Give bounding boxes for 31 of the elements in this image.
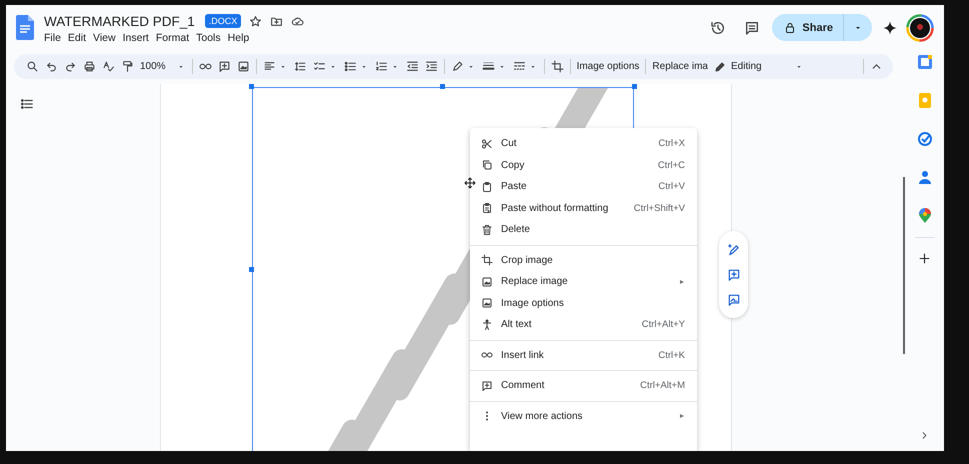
menu-bar-item[interactable]: Tools [196,32,221,44]
shortcut-label: Ctrl+C [658,160,685,171]
menu-bar-item[interactable]: View [93,32,116,44]
shortcut-label: Ctrl+V [658,181,685,192]
zoom-dropdown[interactable]: 100% [140,61,186,72]
document-title[interactable]: WATERMARKED PDF_1 [44,14,195,28]
menu-item[interactable]: Copy Ctrl+C [470,154,697,176]
shortcut-label: Ctrl+Alt+M [640,380,685,392]
editing-mode-dropdown[interactable]: Editing [714,60,804,72]
shortcut-label: Ctrl+Shift+V [634,202,685,214]
menu-item[interactable]: Paste without formatting Ctrl+Shift+V [470,198,697,219]
menu-item[interactable]: Insert link Ctrl+K [470,344,697,366]
menu-bar-item[interactable]: Help [228,32,250,44]
menu-bar-item[interactable]: Edit [68,32,86,44]
image-options-button[interactable]: Image options [576,61,640,72]
menu-bar-item[interactable]: Format [156,32,190,44]
shortcut-label: Ctrl+Alt+Y [642,319,685,330]
menu-item[interactable]: Alt text Ctrl+Alt+Y [470,314,697,336]
menu-bar-item[interactable]: File [44,32,61,44]
file-type-badge: .DOCX [204,14,242,28]
shortcut-label: Ctrl+K [658,350,685,361]
menu-item[interactable]: Crop image [470,250,697,271]
menu-item[interactable]: View more actions [470,406,697,427]
menu-item[interactable]: Cut Ctrl+X [470,133,697,154]
menu-item[interactable]: Comment Ctrl+Alt+M [470,375,697,396]
menu-item[interactable]: Image options [470,292,697,314]
shortcut-label: Ctrl+X [658,138,685,150]
replace-image-button[interactable]: Replace ima [652,61,708,72]
menu-bar-item[interactable]: Insert [122,32,149,44]
menu-item[interactable]: Replace image [470,271,697,292]
menu-item[interactable]: Delete [470,219,697,240]
